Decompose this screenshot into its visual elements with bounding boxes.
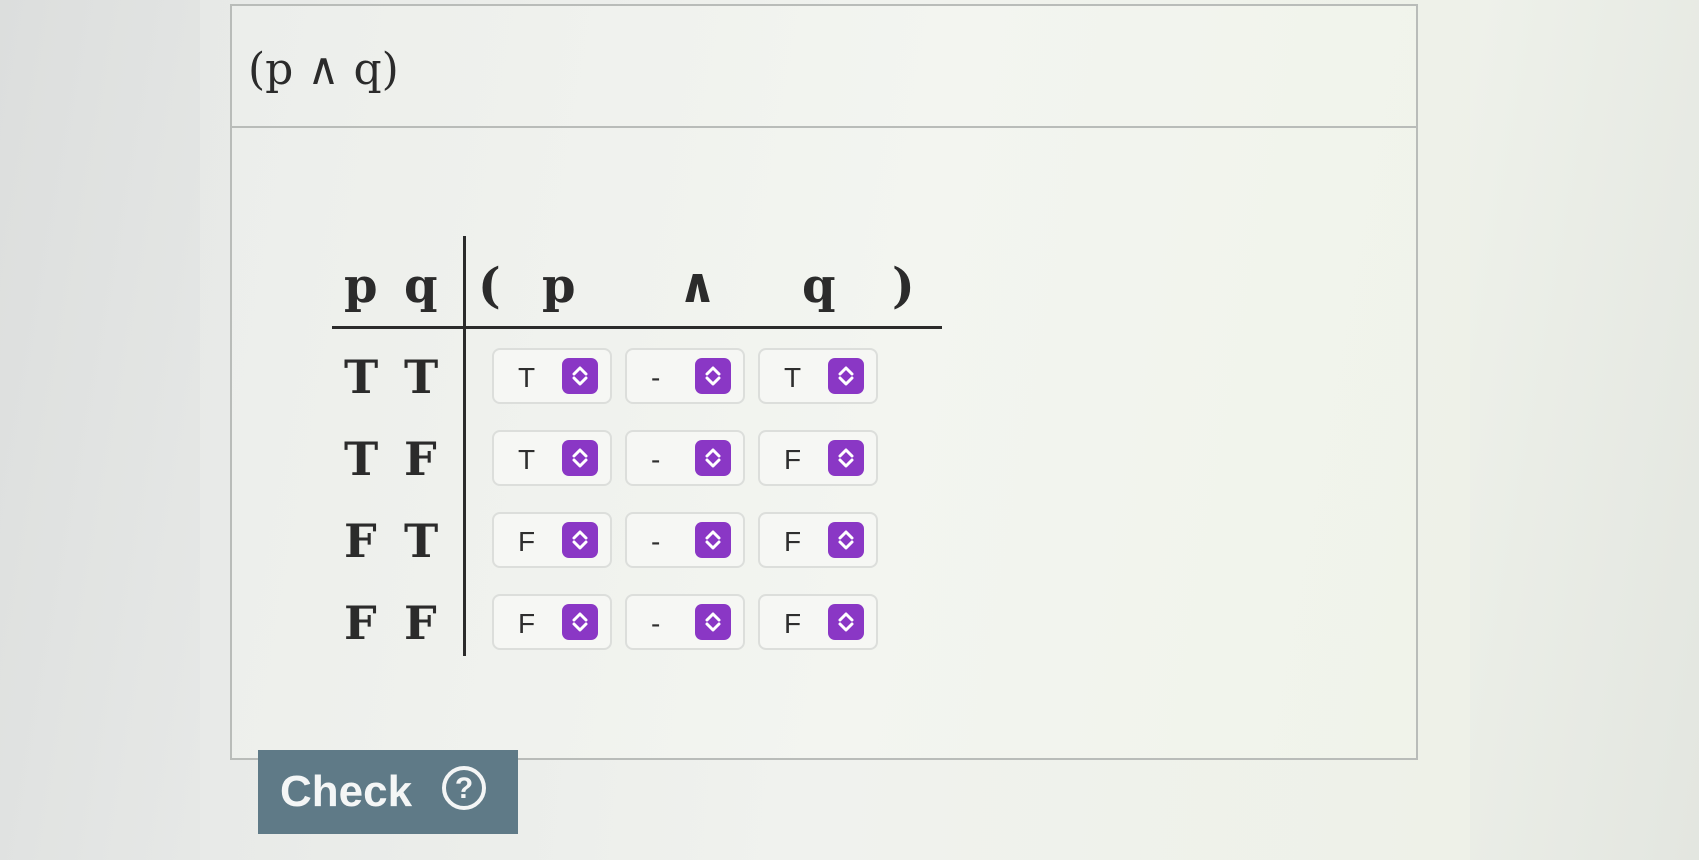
header-expr-p: p	[542, 258, 576, 314]
chevron-up-down-icon[interactable]	[695, 358, 731, 394]
row-p-value: F	[344, 514, 377, 568]
select-p[interactable]: F	[492, 594, 612, 650]
select-q[interactable]: F	[758, 430, 878, 486]
chevron-up-down-icon[interactable]	[562, 522, 598, 558]
chevron-up-down-icon[interactable]	[695, 604, 731, 640]
header-expr-and: ∧	[678, 258, 717, 314]
chevron-up-down-icon[interactable]	[695, 440, 731, 476]
question-circle-icon[interactable]: ?	[442, 766, 486, 810]
row-q-value: T	[404, 514, 439, 568]
table-row: F T F - F	[332, 504, 1192, 584]
select-q[interactable]: F	[758, 594, 878, 650]
table-row: F F F - F	[332, 586, 1192, 666]
select-value: -	[651, 526, 661, 557]
select-value: F	[784, 444, 802, 475]
select-p[interactable]: T	[492, 348, 612, 404]
select-value: -	[651, 362, 661, 393]
select-operator[interactable]: -	[625, 348, 745, 404]
chevron-up-down-icon[interactable]	[828, 358, 864, 394]
select-value: F	[784, 526, 802, 557]
header-open-paren: (	[478, 258, 501, 314]
select-p[interactable]: T	[492, 430, 612, 486]
header-p: p	[344, 258, 378, 314]
select-value: T	[784, 362, 802, 393]
chevron-up-down-icon[interactable]	[562, 440, 598, 476]
select-value: -	[651, 444, 661, 475]
select-p[interactable]: F	[492, 512, 612, 568]
select-q[interactable]: F	[758, 512, 878, 568]
table-row: T T T - T	[332, 340, 1192, 420]
select-operator[interactable]: -	[625, 594, 745, 650]
check-button[interactable]: Check ?	[258, 750, 518, 834]
select-value: F	[518, 608, 536, 639]
check-button-label: Check	[280, 767, 413, 816]
row-q-value: F	[404, 596, 437, 650]
row-q-value: T	[404, 350, 439, 404]
header-close-paren: )	[892, 258, 915, 314]
chevron-up-down-icon[interactable]	[562, 604, 598, 640]
chevron-up-down-icon[interactable]	[695, 522, 731, 558]
chevron-up-down-icon[interactable]	[828, 522, 864, 558]
table-row: T F T - F	[332, 422, 1192, 502]
select-value: T	[518, 444, 536, 475]
row-p-value: T	[344, 432, 379, 486]
header-q: q	[404, 258, 438, 314]
row-p-value: T	[344, 350, 379, 404]
select-operator[interactable]: -	[625, 430, 745, 486]
question-title: (p ∧ q)	[248, 44, 399, 95]
select-value: T	[518, 362, 536, 393]
select-q[interactable]: T	[758, 348, 878, 404]
question-card: (p ∧ q) p q ( p ∧ q ) T T T - T T F T - …	[230, 4, 1418, 760]
select-value: F	[518, 526, 536, 557]
chevron-up-down-icon[interactable]	[828, 440, 864, 476]
select-value: -	[651, 608, 661, 639]
header-expr-q: q	[802, 258, 836, 314]
row-q-value: F	[404, 432, 437, 486]
screen: (p ∧ q) p q ( p ∧ q ) T T T - T T F T - …	[0, 0, 1699, 860]
row-p-value: F	[344, 596, 377, 650]
select-value: F	[784, 608, 802, 639]
truth-table: p q ( p ∧ q ) T T T - T T F T - F F T F …	[332, 236, 1192, 656]
chevron-up-down-icon[interactable]	[828, 604, 864, 640]
header-underline	[332, 326, 942, 329]
question-header: (p ∧ q)	[232, 6, 1416, 128]
select-operator[interactable]: -	[625, 512, 745, 568]
chevron-up-down-icon[interactable]	[562, 358, 598, 394]
